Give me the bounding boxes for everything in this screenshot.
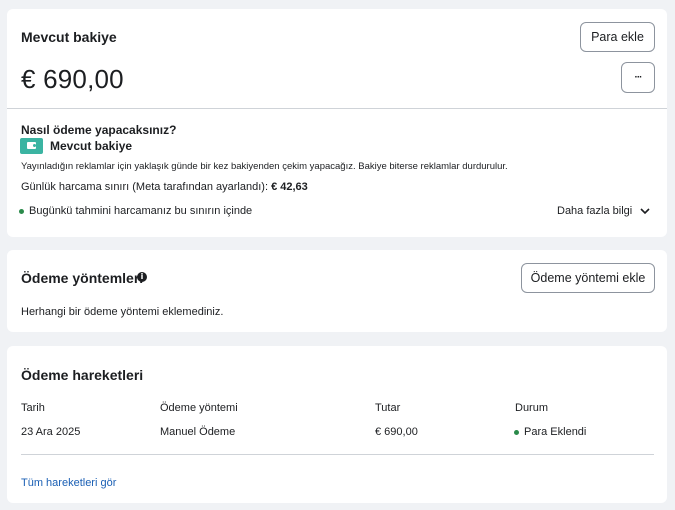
how-to-pay-title: Nasıl ödeme yapacaksınız? xyxy=(21,123,177,137)
column-header-status: Durum xyxy=(515,402,549,414)
balance-title: Mevcut bakiye xyxy=(21,29,117,45)
column-header-method: Ödeme yöntemi xyxy=(160,402,238,414)
spend-status: Bugünkü tahmini harcamanız bu sınırın iç… xyxy=(19,205,252,217)
info-icon[interactable]: i xyxy=(137,272,147,282)
add-payment-method-button[interactable]: Ödeme yöntemi ekle xyxy=(521,263,655,293)
payment-methods-title: Ödeme yöntemleri xyxy=(21,270,144,286)
daily-limit: Günlük harcama sınırı (Meta tarafından a… xyxy=(21,181,308,193)
status-dot-icon xyxy=(514,429,519,435)
no-methods-text: Herhangi bir ödeme yöntemi eklemediniz. xyxy=(21,306,224,318)
chevron-down-icon xyxy=(640,207,650,214)
row-amount: € 690,00 xyxy=(375,426,418,438)
more-icon: ··· xyxy=(634,72,643,83)
row-status-text: Para Eklendi xyxy=(524,426,587,438)
row-date: 23 Ara 2025 xyxy=(21,426,81,438)
daily-limit-label: Günlük harcama sınırı (Meta tarafından a… xyxy=(21,181,269,193)
payment-methods-card: Ödeme yöntemleri i Ödeme yöntemi ekle He… xyxy=(7,250,667,332)
billing-description: Yayınladığın reklamlar için yaklaşık gün… xyxy=(21,161,508,172)
more-info-toggle[interactable]: Daha fazla bilgi xyxy=(557,205,650,217)
more-options-button[interactable]: ··· xyxy=(621,62,655,93)
payment-history-title: Ödeme hareketleri xyxy=(21,367,144,383)
column-header-amount: Tutar xyxy=(375,402,401,414)
history-divider xyxy=(21,454,654,455)
add-funds-button[interactable]: Para ekle xyxy=(580,22,655,52)
balance-card: Mevcut bakiye Para ekle € 690,00 ··· Nas… xyxy=(7,9,667,237)
row-status: Para Eklendi xyxy=(514,426,586,438)
balance-amount: € 690,00 xyxy=(21,64,124,94)
more-info-label: Daha fazla bilgi xyxy=(557,205,633,217)
row-method: Manuel Ödeme xyxy=(160,426,236,438)
balance-divider xyxy=(7,108,667,109)
column-header-date: Tarih xyxy=(21,402,45,414)
payment-history-card: Ödeme hareketleri Tarih Ödeme yöntemi Tu… xyxy=(7,346,667,503)
payment-method-name: Mevcut bakiye xyxy=(50,139,133,153)
daily-limit-value: € 42,63 xyxy=(271,181,308,193)
spend-status-text: Bugünkü tahmini harcamanız bu sınırın iç… xyxy=(29,205,253,217)
wallet-icon xyxy=(20,138,43,154)
view-all-transactions-link[interactable]: Tüm hareketleri gör xyxy=(21,477,116,489)
status-dot-icon xyxy=(19,208,24,214)
